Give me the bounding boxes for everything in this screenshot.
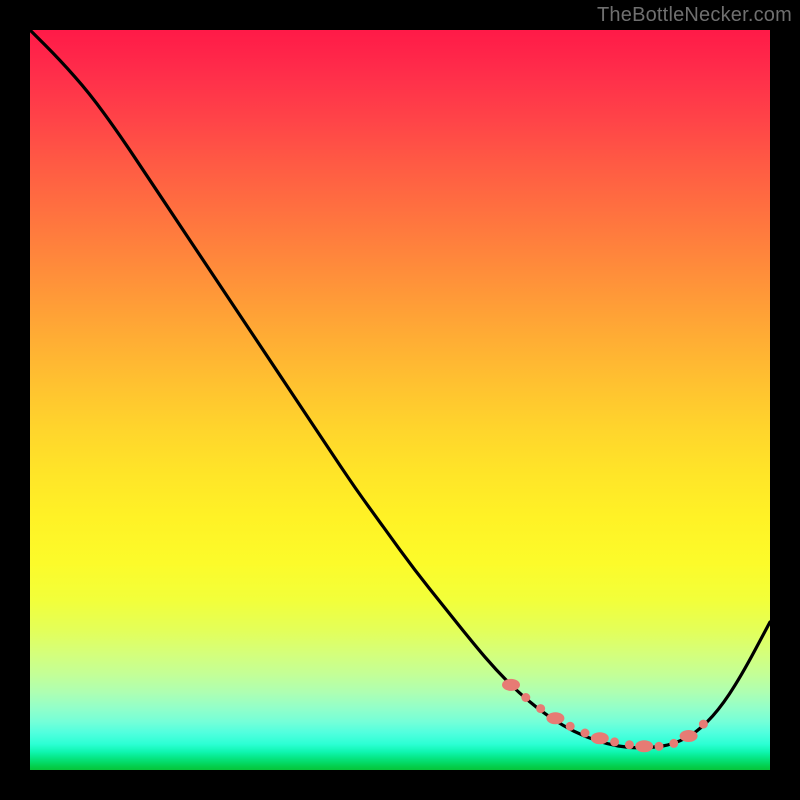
highlight-dot: [610, 737, 619, 746]
bottleneck-curve: [30, 30, 770, 748]
highlight-dot: [566, 722, 575, 731]
curve-layer: [30, 30, 770, 770]
highlight-dot: [625, 740, 634, 749]
chart-frame: TheBottleNecker.com: [0, 0, 800, 800]
highlight-dot: [591, 732, 609, 744]
highlight-dot: [536, 704, 545, 713]
watermark-text: TheBottleNecker.com: [597, 4, 792, 27]
highlight-dots: [502, 679, 708, 752]
highlight-dot: [669, 739, 678, 748]
highlight-dot: [546, 712, 564, 724]
highlight-dot: [521, 693, 530, 702]
highlight-dot: [680, 730, 698, 742]
highlight-dot: [699, 720, 708, 729]
plot-area: [30, 30, 770, 770]
highlight-dot: [502, 679, 520, 691]
highlight-dot: [655, 742, 664, 751]
highlight-dot: [581, 729, 590, 738]
highlight-dot: [635, 740, 653, 752]
